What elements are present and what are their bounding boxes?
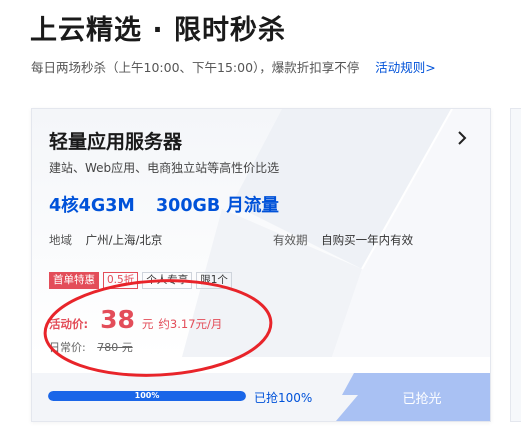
lightning-decoration — [332, 373, 358, 421]
tag-list: 首单特惠 0.5折 个人专享 限1个 — [49, 272, 232, 289]
subtitle-text: 每日两场秒杀（上午10:00、下午15:00），爆款折扣享不停 — [31, 60, 360, 75]
region-value: 广州/上海/北京 — [85, 233, 163, 247]
validity-label: 有效期 — [273, 233, 308, 247]
next-product-card[interactable] — [510, 108, 521, 422]
region-info: 地域 广州/上海/北京 — [49, 232, 162, 248]
grabbed-text: 已抢100% — [254, 391, 313, 405]
original-price-row: 日常价: 780 元 — [49, 339, 133, 355]
price-monthly: 约3.17元/月 — [158, 317, 223, 331]
page-title: 上云精选 · 限时秒杀 — [30, 15, 287, 46]
tag-limit: 限1个 — [196, 272, 232, 289]
original-label: 日常价: — [49, 341, 86, 354]
product-card[interactable]: 轻量应用服务器 建站、Web应用、电商独立站等高性价比选 4核4G3M 300G… — [31, 108, 491, 422]
spec-config: 4核4G3M — [49, 196, 135, 216]
tag-first-order: 首单特惠 — [49, 272, 99, 289]
price-value: 38 — [100, 305, 135, 334]
card-description: 建站、Web应用、电商独立站等高性价比选 — [49, 161, 280, 175]
original-price: 780 元 — [97, 341, 133, 354]
chevron-right-icon[interactable] — [457, 131, 467, 145]
tag-personal: 个人专享 — [142, 272, 193, 289]
progress-label: 100% — [134, 391, 160, 400]
card-footer: 100% 已抢100% 已抢光 — [32, 373, 490, 421]
card-title: 轻量应用服务器 — [49, 131, 183, 153]
spec-traffic: 300GB 月流量 — [156, 196, 279, 216]
price-row: 活动价: 38 元 约3.17元/月 — [49, 305, 222, 334]
price-label: 活动价: — [49, 317, 89, 331]
region-label: 地域 — [49, 233, 72, 247]
subtitle-row: 每日两场秒杀（上午10:00、下午15:00），爆款折扣享不停 活动规则> — [31, 57, 436, 76]
progress-bar: 100% — [48, 391, 246, 401]
validity-info: 有效期 自购买一年内有效 — [273, 232, 413, 248]
tag-discount: 0.5折 — [103, 272, 139, 289]
validity-value: 自购买一年内有效 — [321, 233, 414, 247]
rules-link[interactable]: 活动规则> — [375, 60, 435, 75]
price-unit: 元 — [141, 317, 154, 331]
